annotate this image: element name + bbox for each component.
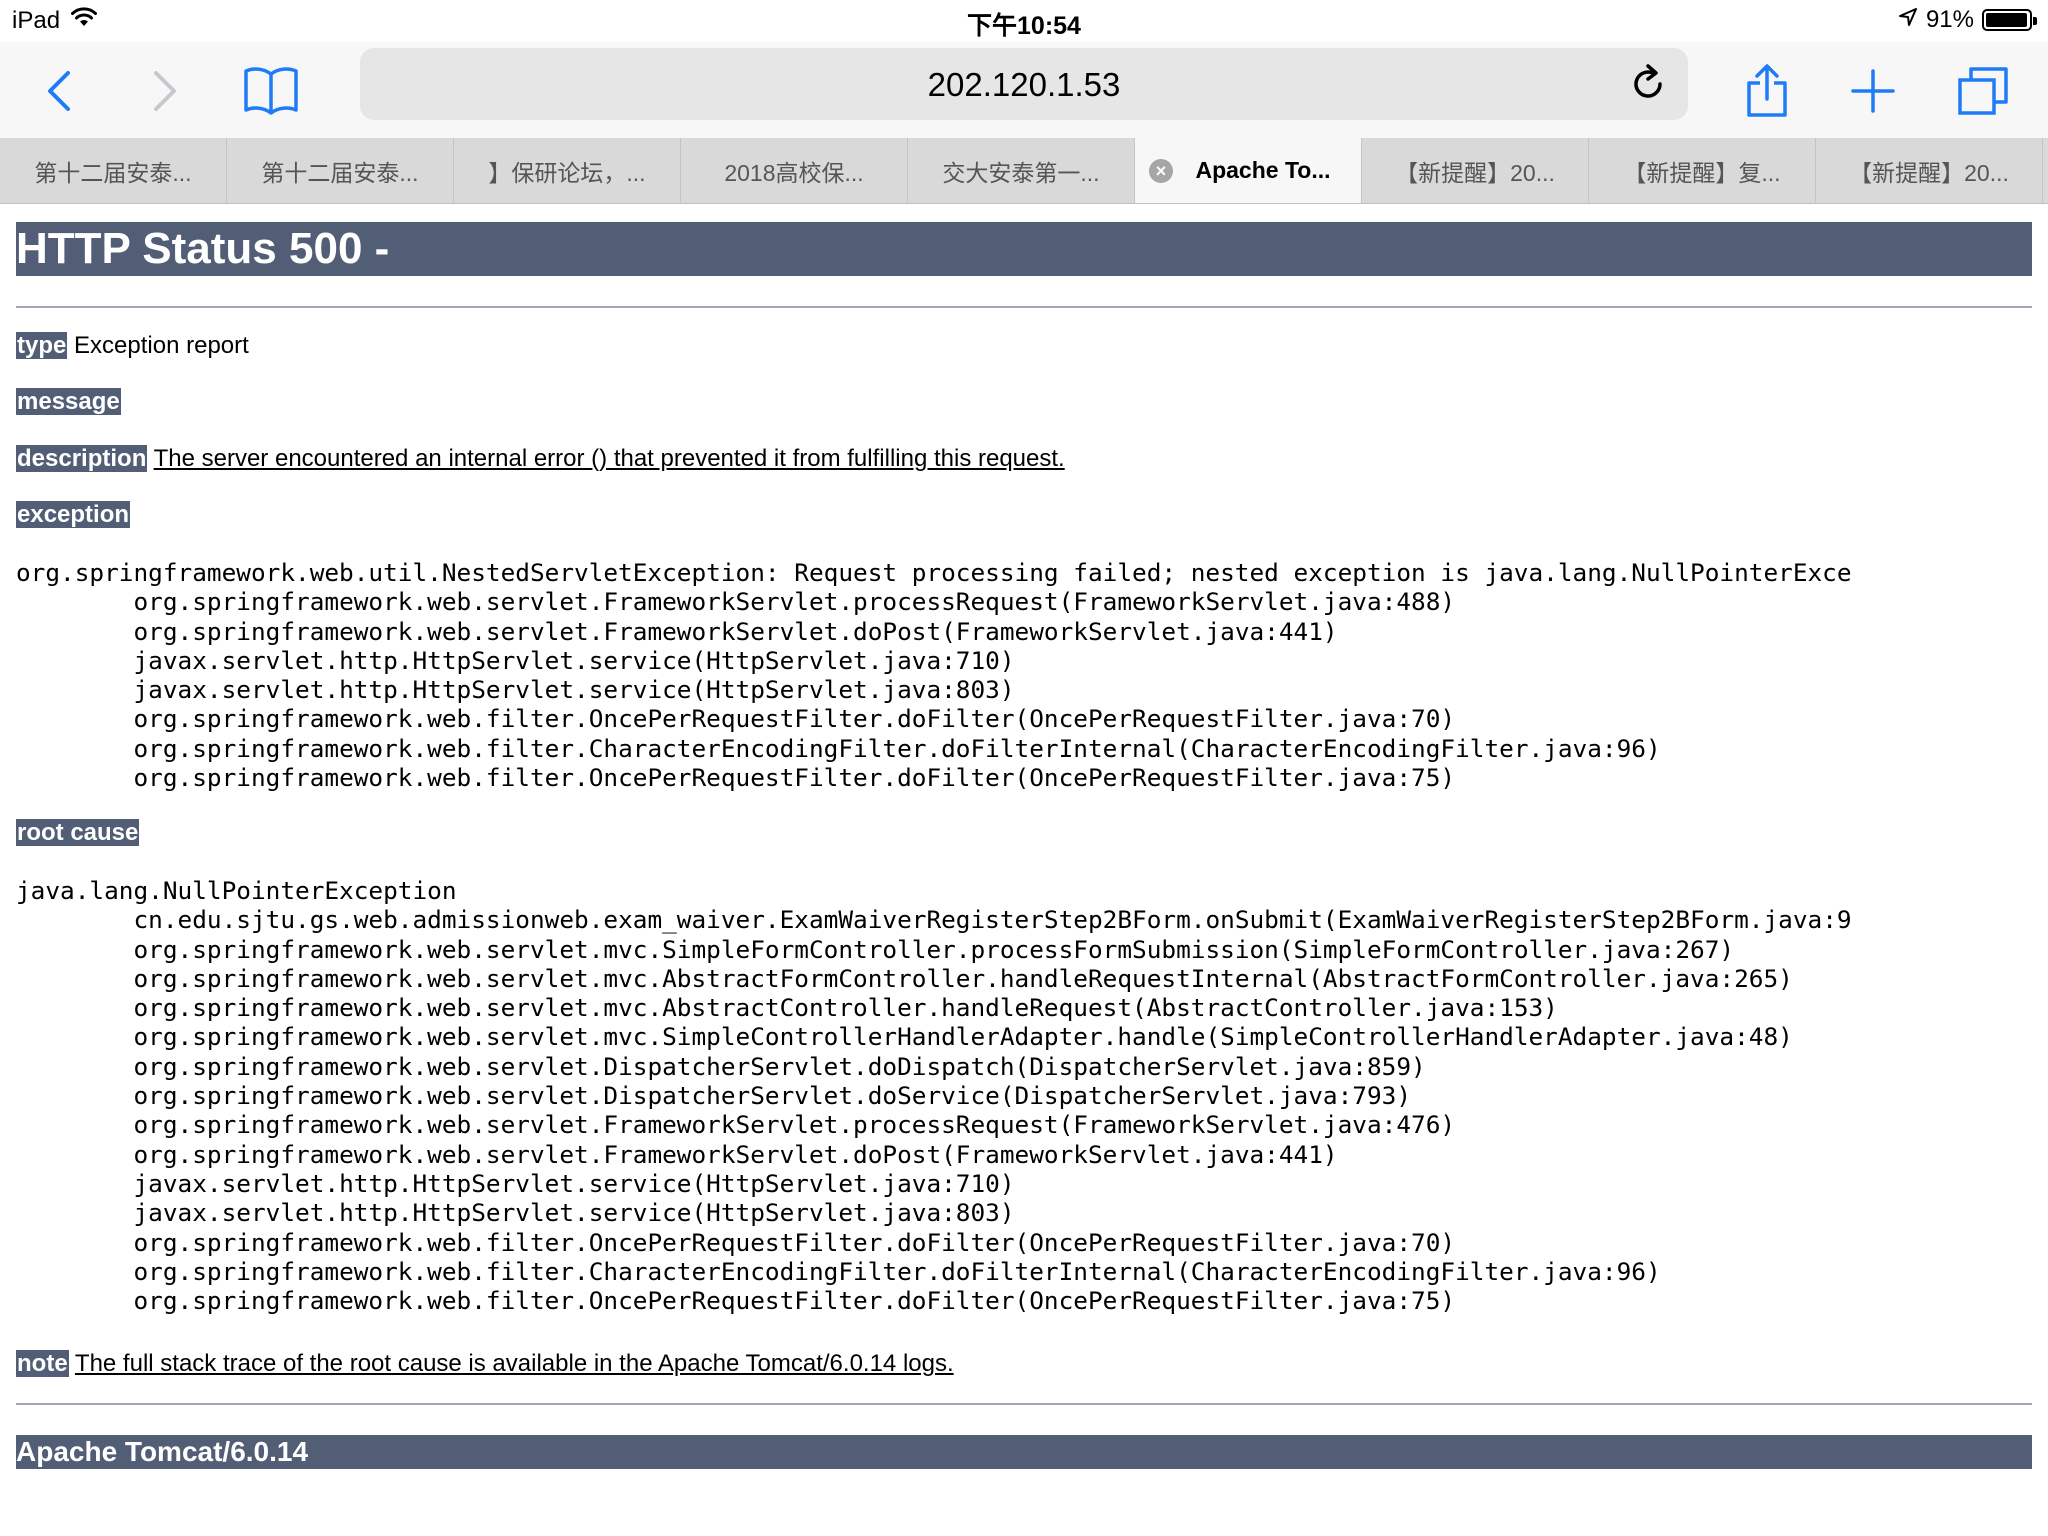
note-row: note The full stack trace of the root ca…: [16, 1350, 954, 1378]
root-cause-label: root cause: [16, 819, 140, 846]
message-row: message: [16, 388, 121, 416]
url-text: 202.120.1.53: [927, 66, 1121, 103]
status-bar: iPad 下午10:54 91%: [0, 0, 2048, 42]
reload-icon: [1634, 64, 1662, 98]
bookmarks-button[interactable]: [236, 56, 306, 126]
tab-5[interactable]: 交大安泰第一...: [908, 138, 1135, 203]
reload-button[interactable]: [1626, 62, 1670, 106]
back-button[interactable]: [24, 56, 94, 126]
chevron-right-icon: [154, 71, 176, 111]
book-icon: [244, 67, 298, 115]
page-title: HTTP Status 500 -: [16, 222, 2032, 276]
address-bar[interactable]: 202.120.1.53: [360, 48, 1688, 120]
tab-1[interactable]: 第十二届安泰...: [0, 138, 227, 203]
server-footer: Apache Tomcat/6.0.14: [16, 1435, 2032, 1469]
location-arrow-icon: [1898, 6, 1918, 34]
share-icon: [1747, 64, 1787, 117]
battery-icon: [1982, 9, 2037, 31]
browser-toolbar: 202.120.1.53: [0, 42, 2048, 138]
chevron-left-icon: [48, 71, 70, 111]
description-row: description The server encountered an in…: [16, 445, 1065, 473]
note-label: note: [16, 1350, 69, 1377]
type-label: type: [16, 332, 68, 359]
root-cause-stack-trace: java.lang.NullPointerException cn.edu.sj…: [16, 876, 1852, 1316]
tab-bar: 第十二届安泰... 第十二届安泰... 】保研论坛，... 2018高校保...…: [0, 138, 2048, 204]
description-label: description: [16, 445, 148, 472]
tab-9[interactable]: 【新提醒】20...: [1816, 138, 2043, 203]
exception-label: exception: [16, 501, 131, 528]
exception-row: exception: [16, 501, 131, 529]
status-right: 91%: [1898, 6, 2037, 34]
divider-bottom: [16, 1403, 2032, 1405]
share-button[interactable]: [1732, 56, 1802, 126]
root-cause-row: root cause: [16, 819, 140, 847]
note-value: The full stack trace of the root cause i…: [74, 1350, 954, 1377]
page-content: HTTP Status 500 - type Exception report …: [16, 204, 2032, 1469]
tabs-overview-button[interactable]: [1948, 56, 2018, 126]
tab-4[interactable]: 2018高校保...: [681, 138, 908, 203]
tab-2[interactable]: 第十二届安泰...: [227, 138, 454, 203]
tab-6-active[interactable]: × Apache To...: [1135, 138, 1362, 203]
type-row: type Exception report: [16, 332, 249, 360]
type-value: Exception report: [74, 332, 249, 359]
message-label: message: [16, 388, 121, 415]
plus-icon: [1851, 69, 1895, 113]
tab-8[interactable]: 【新提醒】复...: [1589, 138, 1816, 203]
tab-6-label: Apache To...: [1195, 157, 1331, 183]
new-tab-button[interactable]: [1838, 56, 1908, 126]
description-value: The server encountered an internal error…: [153, 445, 1065, 472]
tab-3[interactable]: 】保研论坛，...: [454, 138, 681, 203]
divider-top: [16, 306, 2032, 308]
battery-percent: 91%: [1925, 6, 1974, 33]
tab-7[interactable]: 【新提醒】20...: [1362, 138, 1589, 203]
close-tab-icon[interactable]: ×: [1149, 159, 1173, 183]
forward-button[interactable]: [130, 56, 200, 126]
clock: 下午10:54: [967, 12, 1081, 40]
tabs-icon: [1958, 67, 2008, 115]
exception-stack-trace: org.springframework.web.util.NestedServl…: [16, 558, 1852, 793]
